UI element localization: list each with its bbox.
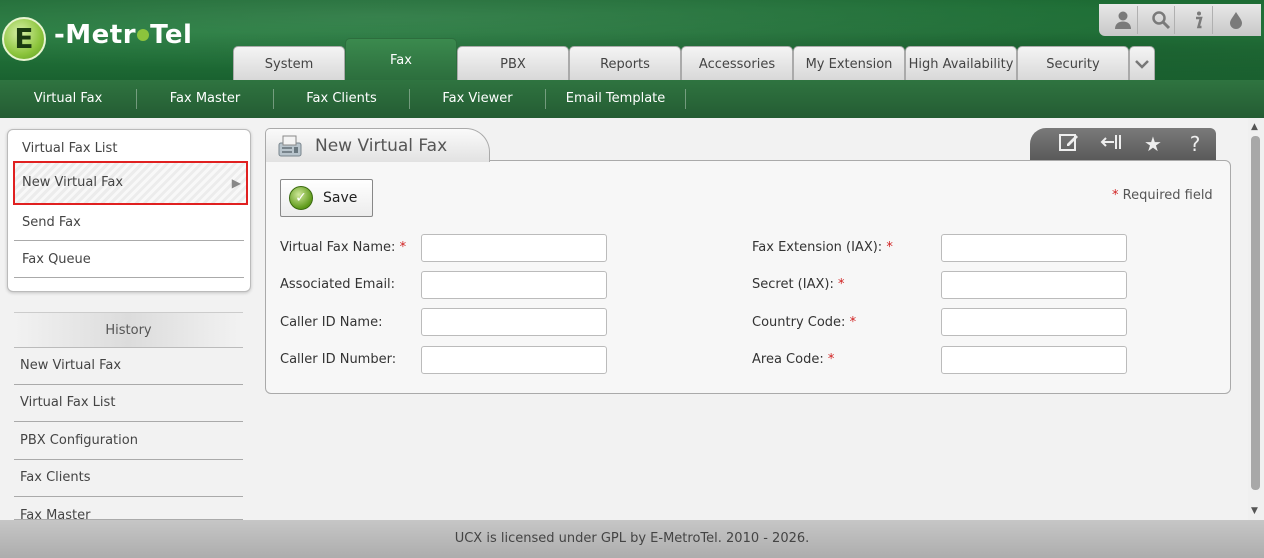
tab-high-availability[interactable]: High Availability bbox=[905, 46, 1017, 80]
associated-email-label: Associated Email: bbox=[280, 277, 396, 292]
fax-extension-label: Fax Extension (IAX): * bbox=[752, 240, 893, 255]
chevron-right-icon: ▶ bbox=[231, 176, 241, 190]
tab-system[interactable]: System bbox=[233, 46, 345, 80]
tab-fax[interactable]: Fax bbox=[345, 38, 457, 80]
logo-dot-icon bbox=[137, 29, 150, 41]
sidebar-item-fax-queue[interactable]: Fax Queue bbox=[14, 241, 244, 278]
sidebar-item-new-virtual-fax[interactable]: New Virtual Fax ▶ bbox=[13, 161, 248, 205]
secret-field[interactable] bbox=[941, 271, 1127, 299]
area-code-field[interactable] bbox=[941, 346, 1127, 374]
check-icon: ✓ bbox=[289, 186, 313, 210]
fax-extension-field[interactable] bbox=[941, 234, 1127, 262]
history-header: History bbox=[14, 312, 243, 348]
area-code-label: Area Code: * bbox=[752, 352, 835, 367]
country-code-label: Country Code: * bbox=[752, 315, 857, 330]
required-field-note: * Required field bbox=[1112, 188, 1213, 203]
history-item-fax-master[interactable]: Fax Master bbox=[14, 498, 243, 520]
sidebar-item-send-fax[interactable]: Send Fax bbox=[14, 204, 244, 241]
associated-email-field[interactable] bbox=[421, 271, 607, 299]
history-item-new-virtual-fax[interactable]: New Virtual Fax bbox=[14, 348, 243, 385]
header-toolbar bbox=[1099, 4, 1261, 36]
subnav-fax-clients[interactable]: Fax Clients bbox=[274, 89, 410, 109]
license-footer: UCX is licensed under GPL by E-MetroTel.… bbox=[0, 520, 1264, 558]
tab-reports[interactable]: Reports bbox=[569, 46, 681, 80]
info-icon[interactable] bbox=[1185, 6, 1213, 34]
edit-icon[interactable] bbox=[1054, 132, 1084, 157]
tab-accessories[interactable]: Accessories bbox=[681, 46, 793, 80]
scroll-up-arrow-icon[interactable]: ▲ bbox=[1251, 122, 1258, 132]
caller-id-number-field[interactable] bbox=[421, 346, 607, 374]
logo-wordmark: -Metr Tel bbox=[54, 20, 193, 50]
virtual-fax-name-field[interactable] bbox=[421, 234, 607, 262]
tab-pbx[interactable]: PBX bbox=[457, 46, 569, 80]
page-title: New Virtual Fax bbox=[315, 136, 448, 156]
caller-id-number-label: Caller ID Number: bbox=[280, 352, 397, 367]
secret-label: Secret (IAX): * bbox=[752, 277, 845, 292]
country-code-field[interactable] bbox=[941, 308, 1127, 336]
tab-security[interactable]: Security bbox=[1017, 46, 1129, 80]
user-icon[interactable] bbox=[1110, 6, 1138, 34]
subnav-email-template[interactable]: Email Template bbox=[546, 89, 686, 109]
tab-my-extension[interactable]: My Extension bbox=[793, 46, 905, 80]
panel-toolbar: ★ ? bbox=[1030, 128, 1216, 160]
history-item-virtual-fax-list[interactable]: Virtual Fax List bbox=[14, 385, 243, 422]
subnav-fax-viewer[interactable]: Fax Viewer bbox=[410, 89, 546, 109]
caller-id-name-label: Caller ID Name: bbox=[280, 315, 383, 330]
favorite-star-icon[interactable]: ★ bbox=[1138, 132, 1168, 156]
subnav-fax-master[interactable]: Fax Master bbox=[137, 89, 274, 109]
fax-machine-icon bbox=[278, 135, 302, 157]
app-header: E -Metr Tel System Fax PBX Reports Access… bbox=[0, 0, 1264, 80]
panel-title-tab: New Virtual Fax bbox=[265, 128, 490, 162]
history-item-fax-clients[interactable]: Fax Clients bbox=[14, 460, 243, 497]
page-scrollbar[interactable]: ▲ ▼ bbox=[1248, 118, 1264, 520]
fax-subnav: Virtual Fax Fax Master Fax Clients Fax V… bbox=[0, 80, 1264, 118]
collapse-left-icon[interactable] bbox=[1096, 132, 1126, 157]
emetrotel-logo: E -Metr Tel bbox=[2, 14, 222, 62]
save-button[interactable]: ✓ Save bbox=[280, 179, 373, 217]
history-item-pbx-configuration[interactable]: PBX Configuration bbox=[14, 423, 243, 460]
sidebar-menu: Virtual Fax List New Virtual Fax ▶ Send … bbox=[7, 129, 251, 292]
subnav-virtual-fax[interactable]: Virtual Fax bbox=[0, 89, 137, 109]
scroll-down-arrow-icon[interactable]: ▼ bbox=[1251, 506, 1258, 516]
caller-id-name-field[interactable] bbox=[421, 308, 607, 336]
logo-e-badge: E bbox=[2, 17, 46, 61]
theme-drop-icon[interactable] bbox=[1222, 6, 1250, 34]
search-icon[interactable] bbox=[1147, 6, 1176, 34]
help-icon[interactable]: ? bbox=[1180, 132, 1210, 156]
scrollbar-thumb[interactable] bbox=[1251, 136, 1260, 490]
tabs-more-chevron-down-icon[interactable] bbox=[1129, 46, 1155, 80]
save-button-label: Save bbox=[323, 190, 358, 206]
main-tabs: System Fax PBX Reports Accessories My Ex… bbox=[233, 38, 1155, 80]
sidebar-item-label: New Virtual Fax bbox=[22, 175, 124, 190]
virtual-fax-name-label: Virtual Fax Name: * bbox=[280, 240, 407, 255]
required-star: * bbox=[1112, 188, 1119, 203]
